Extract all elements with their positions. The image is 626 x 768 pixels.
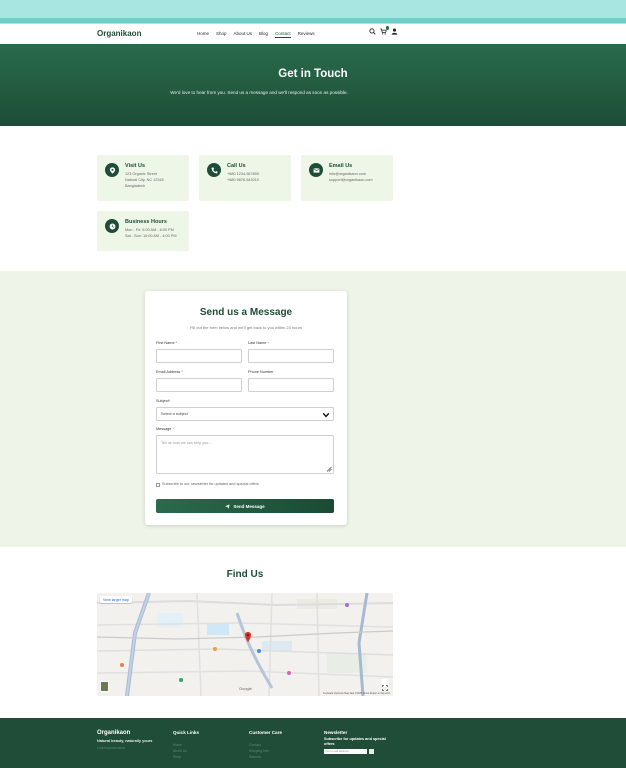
first-name-label: First Name *: [156, 341, 178, 345]
message-textarea[interactable]: Tell us how we can help you...: [156, 435, 334, 474]
send-message-button[interactable]: Send Message: [156, 499, 334, 513]
info-card-email: Email Us info@organikaon.com support@org…: [301, 155, 393, 201]
card-details: 123 Organic Street Natural City, NC 1234…: [125, 172, 164, 188]
find-us-title: Find Us: [226, 569, 264, 580]
footer-newsletter-subtitle: Subscribe for updates and special offers: [324, 737, 386, 746]
form-title: Send us a Message: [199, 307, 293, 318]
navbar: Organikaon Home Shop About Us Blog Conta…: [0, 24, 626, 44]
top-bar-accent-strip: [0, 18, 626, 23]
message-label: Message *: [156, 427, 174, 431]
chevron-down-icon: [322, 411, 330, 419]
hero-banner: Get in Touch We'd love to hear from you.…: [0, 44, 626, 126]
card-title: Call Us: [227, 163, 246, 169]
clock-icon: [105, 219, 119, 233]
last-name-label: Last Name *: [248, 341, 269, 345]
footer-customer-care-title: Customer Care: [249, 730, 282, 735]
paper-plane-icon: [225, 503, 231, 509]
footer-care-link[interactable]: Shipping Info: [249, 749, 269, 753]
hero-title: Get in Touch: [278, 68, 348, 80]
footer-brand: Organikaon: [97, 730, 131, 736]
newsletter-email-input[interactable]: Your email address: [324, 749, 367, 754]
map-canvas[interactable]: [97, 593, 393, 696]
footer-tagline: Natural beauty, naturally yours: [97, 739, 153, 743]
email-input[interactable]: [156, 378, 242, 392]
card-title: Visit Us: [125, 163, 146, 169]
first-name-input[interactable]: [156, 349, 242, 363]
envelope-icon: [309, 163, 323, 177]
nav-link-shop[interactable]: Shop: [216, 31, 227, 38]
last-name-input[interactable]: [248, 349, 334, 363]
map-pin-icon: [105, 163, 119, 177]
footer-quick-links-title: Quick Links: [173, 730, 200, 735]
embedded-map[interactable]: View larger map Google Keyboard shortcut…: [97, 593, 393, 696]
card-title: Email Us: [329, 163, 353, 169]
nav-link-about[interactable]: About Us: [234, 31, 253, 38]
google-logo: Google: [239, 686, 252, 691]
footer-quick-link[interactable]: Home: [173, 743, 182, 747]
subject-label: Subject*: [156, 399, 171, 403]
nav-icons: [369, 26, 398, 35]
phone-label: Phone Number: [248, 370, 274, 374]
user-icon[interactable]: [391, 28, 398, 35]
footer-quick-link[interactable]: About Us: [173, 749, 187, 753]
nav-link-contact[interactable]: Contact: [275, 31, 291, 38]
footer: Organikaon Natural beauty, naturally you…: [0, 718, 626, 768]
info-card-call: Call Us +880 1234-567890 +880 9876-54321…: [199, 155, 291, 201]
card-details: info@organikaon.com support@organikaon.c…: [329, 172, 373, 182]
form-subtitle: Fill out the form below and we'll get ba…: [190, 325, 302, 330]
map-attribution: Keyboard shortcuts Map data ©2025 Terms …: [323, 692, 390, 695]
nav-link-home[interactable]: Home: [197, 31, 209, 38]
view-larger-map-link[interactable]: View larger map: [100, 596, 132, 603]
brand-logo[interactable]: Organikaon: [97, 29, 141, 38]
info-card-hours: Business Hours Mon - Fri: 9:00 AM - 6:00…: [97, 211, 189, 251]
footer-brand-text: Lorem ipsum dolor: [97, 746, 126, 750]
phone-input[interactable]: [248, 378, 334, 392]
subject-select[interactable]: Select a subject: [156, 407, 334, 421]
footer-care-link[interactable]: Contact: [249, 743, 261, 747]
newsletter-submit-button[interactable]: [369, 749, 374, 754]
newsletter-checkbox-label: Subscribe to our newsletter for updates …: [162, 482, 259, 486]
card-title: Business Hours: [125, 219, 167, 225]
footer-care-link[interactable]: Returns: [249, 755, 261, 759]
nav-link-reviews[interactable]: Reviews: [298, 31, 315, 38]
cart-badge: [385, 26, 389, 30]
nav-link-blog[interactable]: Blog: [259, 31, 268, 38]
card-details: Mon - Fri: 9:00 AM - 6:00 PM Sat - Sun: …: [125, 228, 177, 238]
footer-quick-link[interactable]: Shop: [173, 755, 181, 759]
satellite-toggle[interactable]: [100, 681, 109, 692]
phone-icon: [207, 163, 221, 177]
card-details: +880 1234-567890 +880 9876-543210: [227, 172, 259, 182]
fullscreen-icon[interactable]: [381, 679, 389, 691]
newsletter-checkbox[interactable]: [156, 483, 160, 487]
email-label: Email Address *: [156, 370, 183, 374]
cart-icon[interactable]: [380, 26, 389, 35]
hero-subtitle: We'd love to hear from you. Send us a me…: [170, 90, 348, 95]
resize-handle-icon[interactable]: [326, 466, 332, 472]
footer-newsletter-title: Newsletter: [324, 730, 348, 735]
search-icon[interactable]: [369, 28, 376, 35]
contact-form-card: Send us a Message Fill out the form belo…: [145, 291, 347, 525]
nav-links: Home Shop About Us Blog Contact Reviews: [197, 31, 315, 38]
info-card-visit: Visit Us 123 Organic Street Natural City…: [97, 155, 189, 201]
